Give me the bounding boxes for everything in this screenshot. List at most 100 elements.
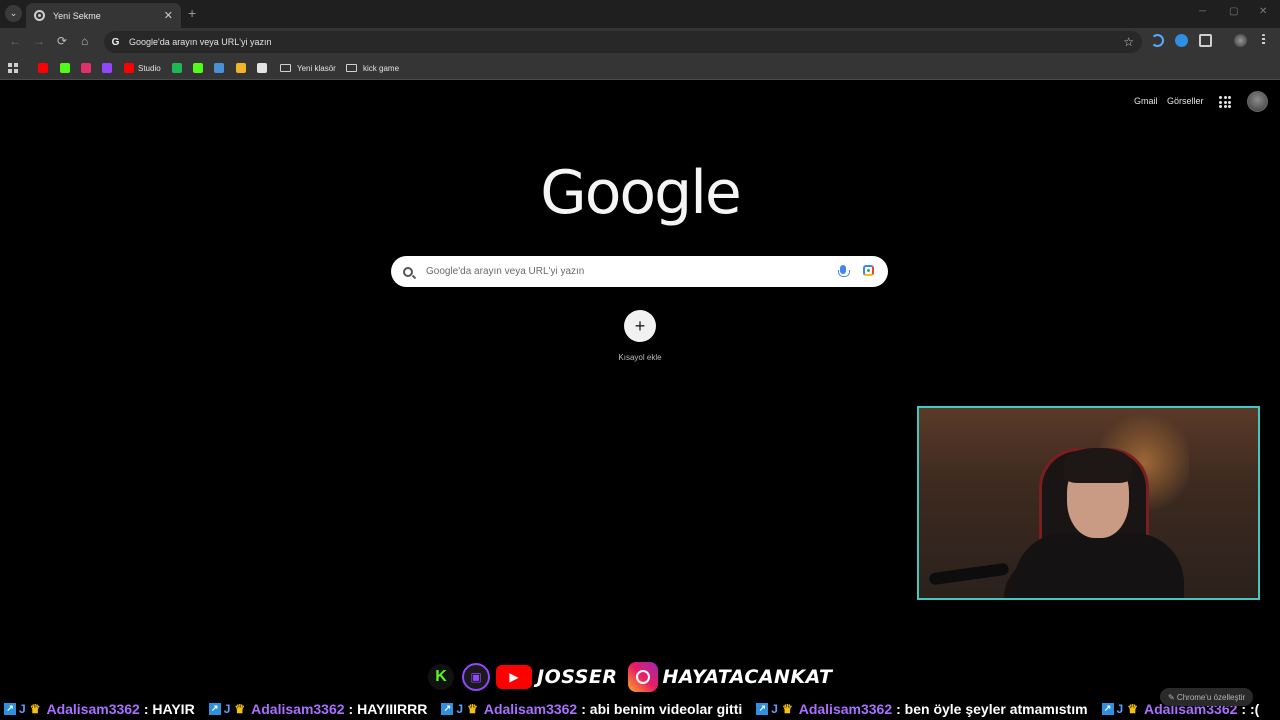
- crown-icon: ♛: [29, 701, 41, 716]
- kick-icon: K: [428, 664, 454, 690]
- kick-icon: [193, 63, 203, 73]
- instagram-handle: HAYATACANKAT: [662, 666, 833, 688]
- crown-icon: ♛: [1127, 701, 1138, 716]
- kebab-menu-icon[interactable]: [1262, 34, 1265, 45]
- crown-icon: ♛: [234, 701, 246, 716]
- youtube-studio-icon: [124, 63, 134, 73]
- forward-button[interactable]: →: [33, 34, 45, 48]
- bookmark-folder-yeni-klasor[interactable]: Yeni klasör: [280, 61, 336, 75]
- bookmark-item[interactable]: Studio: [124, 61, 161, 75]
- tab-title: Yeni Sekme: [53, 10, 101, 21]
- add-shortcut-label: Kısayol ekle: [618, 353, 662, 362]
- window-close-button[interactable]: ✕: [1259, 6, 1267, 17]
- badge-j-icon: J: [1116, 701, 1124, 716]
- chat-message: ↗ J ♛ Adalisam3362: HAYIIIRRR: [205, 700, 428, 717]
- bookmark-item[interactable]: [257, 61, 271, 75]
- home-button[interactable]: ⌂: [81, 34, 88, 48]
- tab-strip: ⌄ Yeni Sekme ✕ + ─ ▢ ✕: [0, 0, 1280, 28]
- google-logo: Google: [540, 158, 742, 228]
- extensions-puzzle-icon[interactable]: [1199, 34, 1212, 47]
- google-g-icon: G: [111, 36, 120, 48]
- youtube-icon: [38, 63, 48, 73]
- bookmark-folder-label: kick game: [363, 63, 400, 73]
- bookmark-item[interactable]: [236, 61, 250, 75]
- images-link[interactable]: Görseller: [1167, 96, 1204, 106]
- youtube-icon: ▶: [496, 665, 532, 689]
- crown-icon: ♛: [781, 701, 793, 716]
- chat-ticker: ↗ J ♛ Adalisam3362: HAYIR ↗ J ♛ Adalisam3362: H…: [0, 697, 1280, 720]
- chat-message: ↗ J ♛ Adalisam3362: abi benim videolar gitt…: [437, 701, 742, 717]
- badge-arrow-icon: ↗: [4, 702, 16, 715]
- twitch-icon: ▣: [462, 663, 490, 691]
- chrome-icon: [34, 10, 45, 21]
- bookmark-item[interactable]: [102, 61, 116, 75]
- customize-chrome-button[interactable]: ✎ Chrome'u özelleştir: [1160, 688, 1254, 706]
- badge-arrow-icon: ↗: [441, 702, 454, 715]
- bookmark-folder-label: Yeni klasör: [297, 63, 336, 73]
- folder-icon: [346, 64, 357, 72]
- instagram-icon: [627, 662, 658, 692]
- chat-message: ↗ J ♛ Adalisam3362: ben öyle şeyler atmamıs…: [752, 700, 1088, 717]
- chat-text: : HAYIIIRRR: [348, 700, 428, 717]
- add-shortcut-button[interactable]: +: [624, 310, 656, 342]
- youtube-channel-name: JOSSER: [537, 666, 618, 688]
- stream-socials: K ▣ ▶ JOSSER HAYATACANKAT: [428, 662, 843, 692]
- folder-icon: [280, 64, 291, 72]
- google-lens-icon[interactable]: [863, 265, 874, 276]
- bookmark-app-icon: [257, 63, 267, 73]
- badge-j-icon: J: [456, 701, 464, 716]
- minimize-button[interactable]: ─: [1199, 6, 1206, 17]
- extension-blue-icon[interactable]: [1175, 34, 1188, 47]
- instagram-icon: [81, 63, 91, 73]
- search-placeholder: Google'da arayın veya URL'yi yazın: [426, 266, 585, 277]
- voice-search-icon[interactable]: [838, 265, 850, 277]
- back-button[interactable]: ←: [9, 34, 21, 48]
- google-search-box[interactable]: Google'da arayın veya URL'yi yazın: [391, 256, 888, 287]
- chat-username: Adalisam3362: [251, 700, 345, 717]
- kick-icon: [60, 63, 70, 73]
- address-bar[interactable]: G Google'da arayın veya URL'yi yazın ☆: [104, 31, 1142, 53]
- apps-shortcut-icon[interactable]: [8, 61, 18, 75]
- google-apps-icon[interactable]: [1219, 96, 1231, 108]
- bookmark-label: Studio: [138, 63, 161, 73]
- crown-icon: ♛: [467, 701, 478, 716]
- bookmark-item[interactable]: [214, 61, 228, 75]
- chat-text: : abi benim videolar gitti: [581, 700, 743, 717]
- chat-message: ↗ J ♛ Adalisam3362: HAYIR: [0, 701, 195, 717]
- tab-search-button[interactable]: ⌄: [5, 5, 22, 22]
- bookmark-item[interactable]: [81, 61, 95, 75]
- twitch-icon: [102, 63, 112, 73]
- tab-close-icon[interactable]: ✕: [164, 9, 173, 22]
- chat-text: : HAYIR: [143, 700, 195, 717]
- webcam-overlay: [917, 406, 1260, 600]
- badge-j-icon: J: [19, 701, 26, 716]
- bookmark-folder-kick-game[interactable]: kick game: [346, 61, 399, 75]
- badge-arrow-icon: ↗: [756, 702, 769, 715]
- chat-username: Adalisam3362: [798, 700, 893, 717]
- badge-arrow-icon: ↗: [208, 702, 221, 715]
- badge-j-icon: J: [223, 701, 231, 716]
- address-bar-text: Google'da arayın veya URL'yi yazın: [129, 37, 272, 47]
- bookmark-star-icon[interactable]: ☆: [1123, 35, 1134, 49]
- spotify-icon: [172, 63, 182, 73]
- bookmarks-bar: [0, 56, 1280, 80]
- account-avatar[interactable]: [1247, 91, 1268, 112]
- bookmark-app-icon: [214, 63, 224, 73]
- reload-button[interactable]: ⟳: [57, 34, 67, 48]
- tab-new-tab[interactable]: Yeni Sekme ✕: [26, 3, 181, 28]
- extension-audio-icon[interactable]: [1151, 34, 1164, 47]
- chat-text: : ben öyle şeyler atmamıstım: [896, 700, 1088, 717]
- bookmark-item[interactable]: [38, 61, 52, 75]
- maximize-button[interactable]: ▢: [1229, 6, 1238, 17]
- search-icon: [403, 266, 413, 277]
- bookmark-item[interactable]: [60, 61, 74, 75]
- chat-username: Adalisam3362: [46, 700, 140, 717]
- bookmark-item[interactable]: [172, 61, 186, 75]
- chat-username: Adalisam3362: [483, 700, 578, 717]
- new-tab-button[interactable]: +: [188, 5, 196, 21]
- badge-arrow-icon: ↗: [1101, 702, 1114, 715]
- bookmark-app-icon: [236, 63, 246, 73]
- bookmark-item[interactable]: [193, 61, 207, 75]
- gmail-link[interactable]: Gmail: [1134, 96, 1158, 106]
- profile-avatar-icon[interactable]: [1234, 34, 1247, 47]
